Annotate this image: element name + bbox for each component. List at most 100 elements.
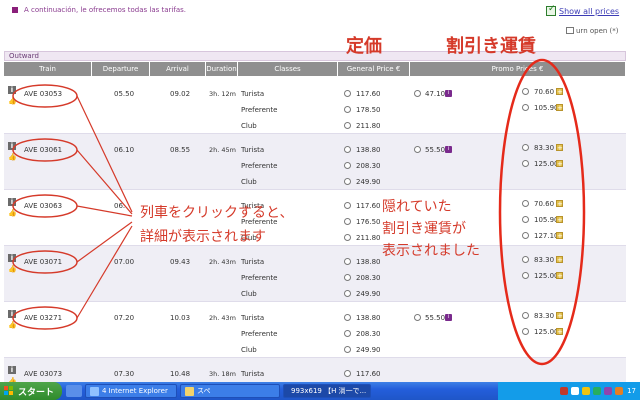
- promo-price-radio[interactable]: [522, 88, 529, 95]
- plus-icon[interactable]: +: [556, 88, 563, 96]
- class-name: Turista: [241, 314, 265, 322]
- duration: 2h. 45m: [209, 146, 236, 154]
- thumbs-up-icon[interactable]: 👍: [8, 97, 17, 105]
- train-link[interactable]: AVE 03073: [24, 370, 62, 378]
- promo-price-radio[interactable]: [522, 144, 529, 151]
- info-icon[interactable]: i: [8, 86, 16, 94]
- promo-price: 105.90: [534, 216, 559, 224]
- plus-icon[interactable]: +: [556, 144, 563, 152]
- column-header: Duration: [206, 62, 238, 76]
- tray-icon[interactable]: [593, 387, 602, 395]
- plus-icon[interactable]: +: [556, 104, 563, 112]
- info-icon[interactable]: i: [8, 310, 16, 318]
- general-price: 176.50: [356, 218, 381, 226]
- general-price-radio[interactable]: [344, 346, 351, 353]
- tray-icon[interactable]: [560, 387, 569, 395]
- plus-icon[interactable]: +: [556, 200, 563, 208]
- train-link[interactable]: AVE 03271: [24, 314, 62, 322]
- tray-icon[interactable]: [615, 387, 624, 395]
- promo-price: 55.50: [425, 314, 446, 322]
- quick-launch-icon[interactable]: [66, 385, 82, 397]
- promo-info-icon[interactable]: i: [445, 146, 452, 153]
- class-name: Preferente: [241, 162, 278, 170]
- train-link[interactable]: AVE 03061: [24, 146, 62, 154]
- plus-icon[interactable]: +: [556, 312, 563, 320]
- info-icon[interactable]: i: [8, 142, 16, 150]
- arrival-time: 08.55: [170, 146, 191, 154]
- return-open-option[interactable]: urn open (*): [566, 27, 619, 35]
- general-price-radio[interactable]: [344, 218, 351, 225]
- windows-taskbar: スタート 4 Internet Explorer スペ 993x619 【H 淌…: [0, 382, 640, 400]
- general-price-radio[interactable]: [344, 178, 351, 185]
- general-price-radio[interactable]: [344, 290, 351, 297]
- promo-price-radio[interactable]: [522, 160, 529, 167]
- thumbs-up-icon[interactable]: 👍: [8, 209, 17, 217]
- show-all-prices-link[interactable]: Show all prices: [546, 4, 619, 16]
- promo-price-radio[interactable]: [522, 200, 529, 207]
- general-price-radio[interactable]: [344, 202, 351, 209]
- train-link[interactable]: AVE 03053: [24, 90, 62, 98]
- tray-icon[interactable]: [582, 387, 591, 395]
- train-link[interactable]: AVE 03071: [24, 258, 62, 266]
- plus-icon[interactable]: +: [556, 256, 563, 264]
- windows-flag-icon: [4, 386, 14, 396]
- general-price: 208.30: [356, 274, 381, 282]
- promo-price-radio[interactable]: [522, 272, 529, 279]
- promo-price-radio[interactable]: [414, 146, 421, 153]
- system-tray: 17: [498, 382, 640, 400]
- general-price: 211.80: [356, 122, 381, 130]
- tray-icon[interactable]: [571, 387, 580, 395]
- promo-price-radio[interactable]: [414, 90, 421, 97]
- general-price-radio[interactable]: [344, 146, 351, 153]
- general-price-radio[interactable]: [344, 90, 351, 97]
- plus-icon[interactable]: +: [556, 216, 563, 224]
- general-price-radio[interactable]: [344, 370, 351, 377]
- general-price: 208.30: [356, 330, 381, 338]
- taskbar-item-folder[interactable]: スペ: [180, 384, 280, 398]
- general-price-radio[interactable]: [344, 274, 351, 281]
- info-icon[interactable]: i: [8, 198, 16, 206]
- general-price-radio[interactable]: [344, 122, 351, 129]
- general-price-radio[interactable]: [344, 106, 351, 113]
- checkbox-icon: [566, 27, 574, 34]
- thumbs-up-icon[interactable]: 👍: [8, 265, 17, 273]
- table-row: [4, 246, 626, 302]
- promo-price-radio[interactable]: [522, 104, 529, 111]
- taskbar-item-label: スペ: [197, 387, 211, 395]
- taskbar-item-ie[interactable]: 4 Internet Explorer: [85, 384, 177, 398]
- plus-icon[interactable]: +: [556, 232, 563, 240]
- general-price-radio[interactable]: [344, 258, 351, 265]
- promo-price-radio[interactable]: [522, 216, 529, 223]
- general-price-radio[interactable]: [344, 162, 351, 169]
- checkbox-icon: [546, 4, 556, 16]
- plus-icon[interactable]: +: [556, 328, 563, 336]
- general-price-radio[interactable]: [344, 330, 351, 337]
- general-price-radio[interactable]: [344, 234, 351, 241]
- column-header: Train: [4, 62, 92, 76]
- tray-icon[interactable]: [604, 387, 613, 395]
- info-icon[interactable]: i: [8, 366, 16, 374]
- promo-price-radio[interactable]: [522, 328, 529, 335]
- promo-price: 70.60: [534, 88, 555, 96]
- promo-info-icon[interactable]: i: [445, 314, 452, 321]
- promo-price-radio[interactable]: [522, 232, 529, 239]
- promo-price-radio[interactable]: [522, 256, 529, 263]
- thumbs-up-icon[interactable]: 👍: [8, 153, 17, 161]
- promo-info-icon[interactable]: i: [445, 90, 452, 97]
- table-row: [4, 358, 626, 382]
- general-price: 138.80: [356, 314, 381, 322]
- info-icon[interactable]: i: [8, 254, 16, 262]
- promo-price-radio[interactable]: [522, 312, 529, 319]
- thumbs-up-icon[interactable]: 👍: [8, 321, 17, 329]
- general-price: 138.80: [356, 146, 381, 154]
- column-header: Arrival: [150, 62, 206, 76]
- promo-price-radio[interactable]: [414, 314, 421, 321]
- departure-time: 06.10: [114, 146, 135, 154]
- taskbar-item-window[interactable]: 993x619 【H 淌一で...: [283, 384, 371, 398]
- train-link[interactable]: AVE 03063: [24, 202, 62, 210]
- plus-icon[interactable]: +: [556, 160, 563, 168]
- plus-icon[interactable]: +: [556, 272, 563, 280]
- start-button[interactable]: スタート: [0, 382, 62, 400]
- general-price-radio[interactable]: [344, 314, 351, 321]
- promo-price: 125.00: [534, 272, 559, 280]
